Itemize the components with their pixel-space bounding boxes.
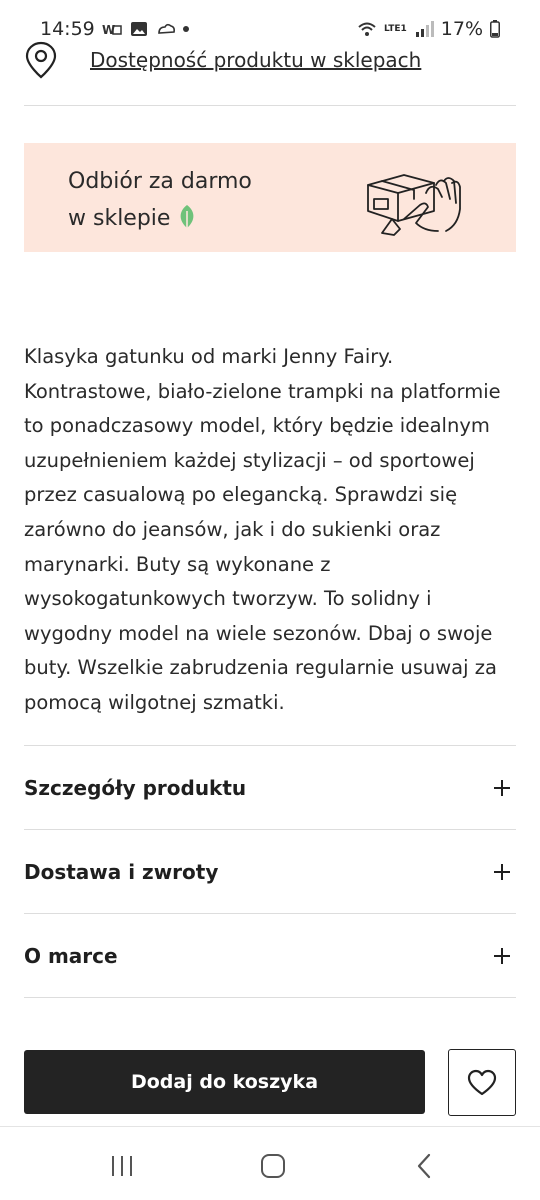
store-availability-row[interactable]: Dostępność produktu w sklepach [24,38,516,82]
plus-icon[interactable] [494,948,510,964]
promo-line-1: Odbiór za darmo [68,169,252,194]
location-pin-icon [25,41,57,79]
accordion-title: O marce [24,944,118,968]
back-icon [417,1153,431,1179]
system-navigation-bar [0,1126,540,1200]
status-right: LTE1 17% [357,18,500,40]
back-button[interactable] [404,1151,444,1181]
free-pickup-text: Odbiór za darmo w sklepie [68,163,252,237]
network-label: LTE1 [383,23,407,34]
store-availability-link[interactable]: Dostępność produktu w sklepach [90,48,421,72]
heart-icon [467,1069,497,1095]
divider [24,997,516,998]
battery-percent: 17% [440,18,483,40]
accordion-title: Dostawa i zwroty [24,860,219,884]
product-description: Klasyka gatunku od marki Jenny Fairy. Ko… [24,345,501,714]
recent-apps-button[interactable] [102,1151,142,1181]
status-time: 14:59 [40,18,95,40]
recent-apps-icon [112,1156,132,1176]
accordion-title: Szczegóły produktu [24,776,247,800]
battery-icon [490,20,500,38]
divider [24,105,516,106]
status-left: 14:59 W [40,18,189,40]
signal-icon [415,21,434,37]
accordion-delivery-returns[interactable]: Dostawa i zwroty [24,830,516,914]
leaf-icon [181,205,194,228]
promo-line-2: w sklepie [68,206,171,231]
add-to-cart-button[interactable]: Dodaj do koszyka [24,1050,425,1114]
more-notifications-dot [182,26,189,32]
promo-line-2-wrap: w sklepie [68,200,252,237]
notification-app-icon: W [102,23,122,37]
free-pickup-banner: Odbiór za darmo w sklepie [24,143,516,252]
bottom-action-bar: Dodaj do koszyka [0,1036,540,1126]
wifi-icon [358,22,376,36]
cloud-notification-icon [157,23,175,34]
accordion-about-brand[interactable]: O marce [24,914,516,998]
store-pickup-illustration [367,174,461,236]
home-icon [261,1154,285,1178]
home-button[interactable] [253,1151,293,1181]
plus-icon[interactable] [494,780,510,796]
accordion-product-details[interactable]: Szczegóły produktu [24,746,516,830]
gallery-notification-icon [130,22,147,36]
wishlist-button[interactable] [448,1049,516,1116]
plus-icon[interactable] [494,864,510,880]
